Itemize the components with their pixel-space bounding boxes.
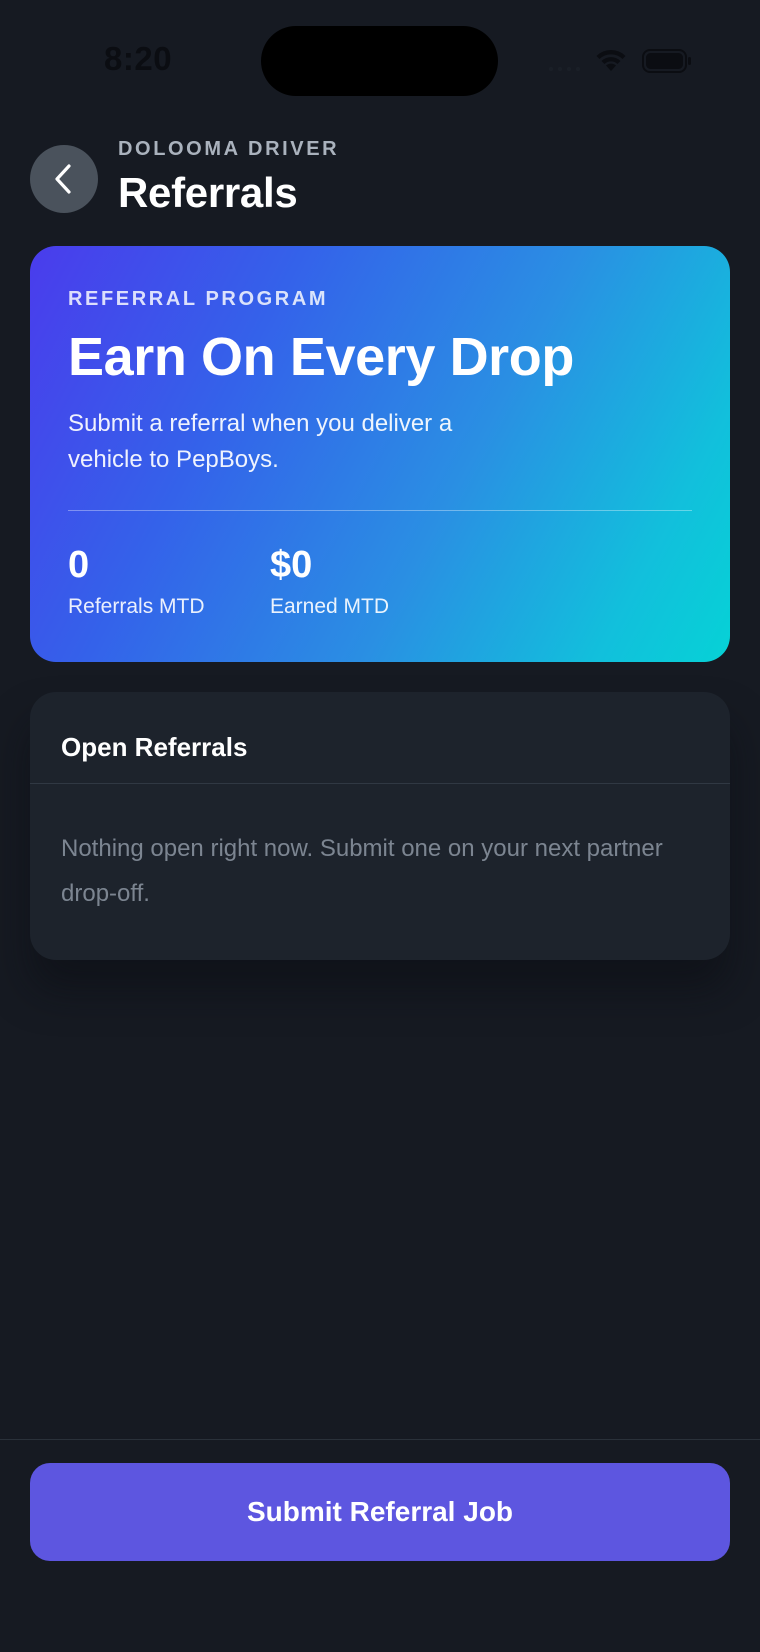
- stat-value: $0: [270, 544, 313, 586]
- section-title: Open Referrals: [61, 732, 248, 762]
- footer-divider: [0, 1439, 760, 1440]
- stat-label: Referrals MTD: [68, 595, 205, 618]
- status-time: 8:20: [104, 40, 173, 77]
- hero-subtitle: Submit a referral when you deliver a veh…: [68, 410, 453, 473]
- dynamic-island: [261, 26, 498, 96]
- back-button[interactable]: [30, 145, 98, 213]
- stat-referrals-mtd: 0 Referrals MTD: [68, 544, 205, 619]
- empty-state-message: Nothing open right now. Submit one on yo…: [61, 835, 663, 907]
- hero-eyebrow: REFERRAL PROGRAM: [68, 288, 329, 310]
- chevron-left-icon: [55, 164, 71, 194]
- page-title: Referrals: [118, 169, 298, 216]
- wifi-icon: [596, 49, 626, 71]
- stat-label: Earned MTD: [270, 595, 390, 618]
- stat-earned-mtd: $0 Earned MTD: [270, 544, 389, 619]
- stat-value: 0: [68, 544, 90, 586]
- divider: [68, 510, 692, 511]
- submit-referral-button[interactable]: Submit Referral Job: [30, 1463, 730, 1561]
- status-bar: 8:20: [0, 0, 760, 120]
- page-header: DOLOOMA DRIVER Referrals: [118, 138, 339, 217]
- app-name: DOLOOMA DRIVER: [118, 138, 340, 160]
- hero-title: Earn On Every Drop: [68, 327, 574, 387]
- referral-program-card: REFERRAL PROGRAM Earn On Every Drop Subm…: [30, 246, 730, 662]
- open-referrals-card: Open Referrals Nothing open right now. S…: [30, 692, 730, 960]
- cellular-signal-icon: [548, 66, 581, 72]
- battery-icon: [642, 49, 691, 73]
- divider: [30, 783, 730, 784]
